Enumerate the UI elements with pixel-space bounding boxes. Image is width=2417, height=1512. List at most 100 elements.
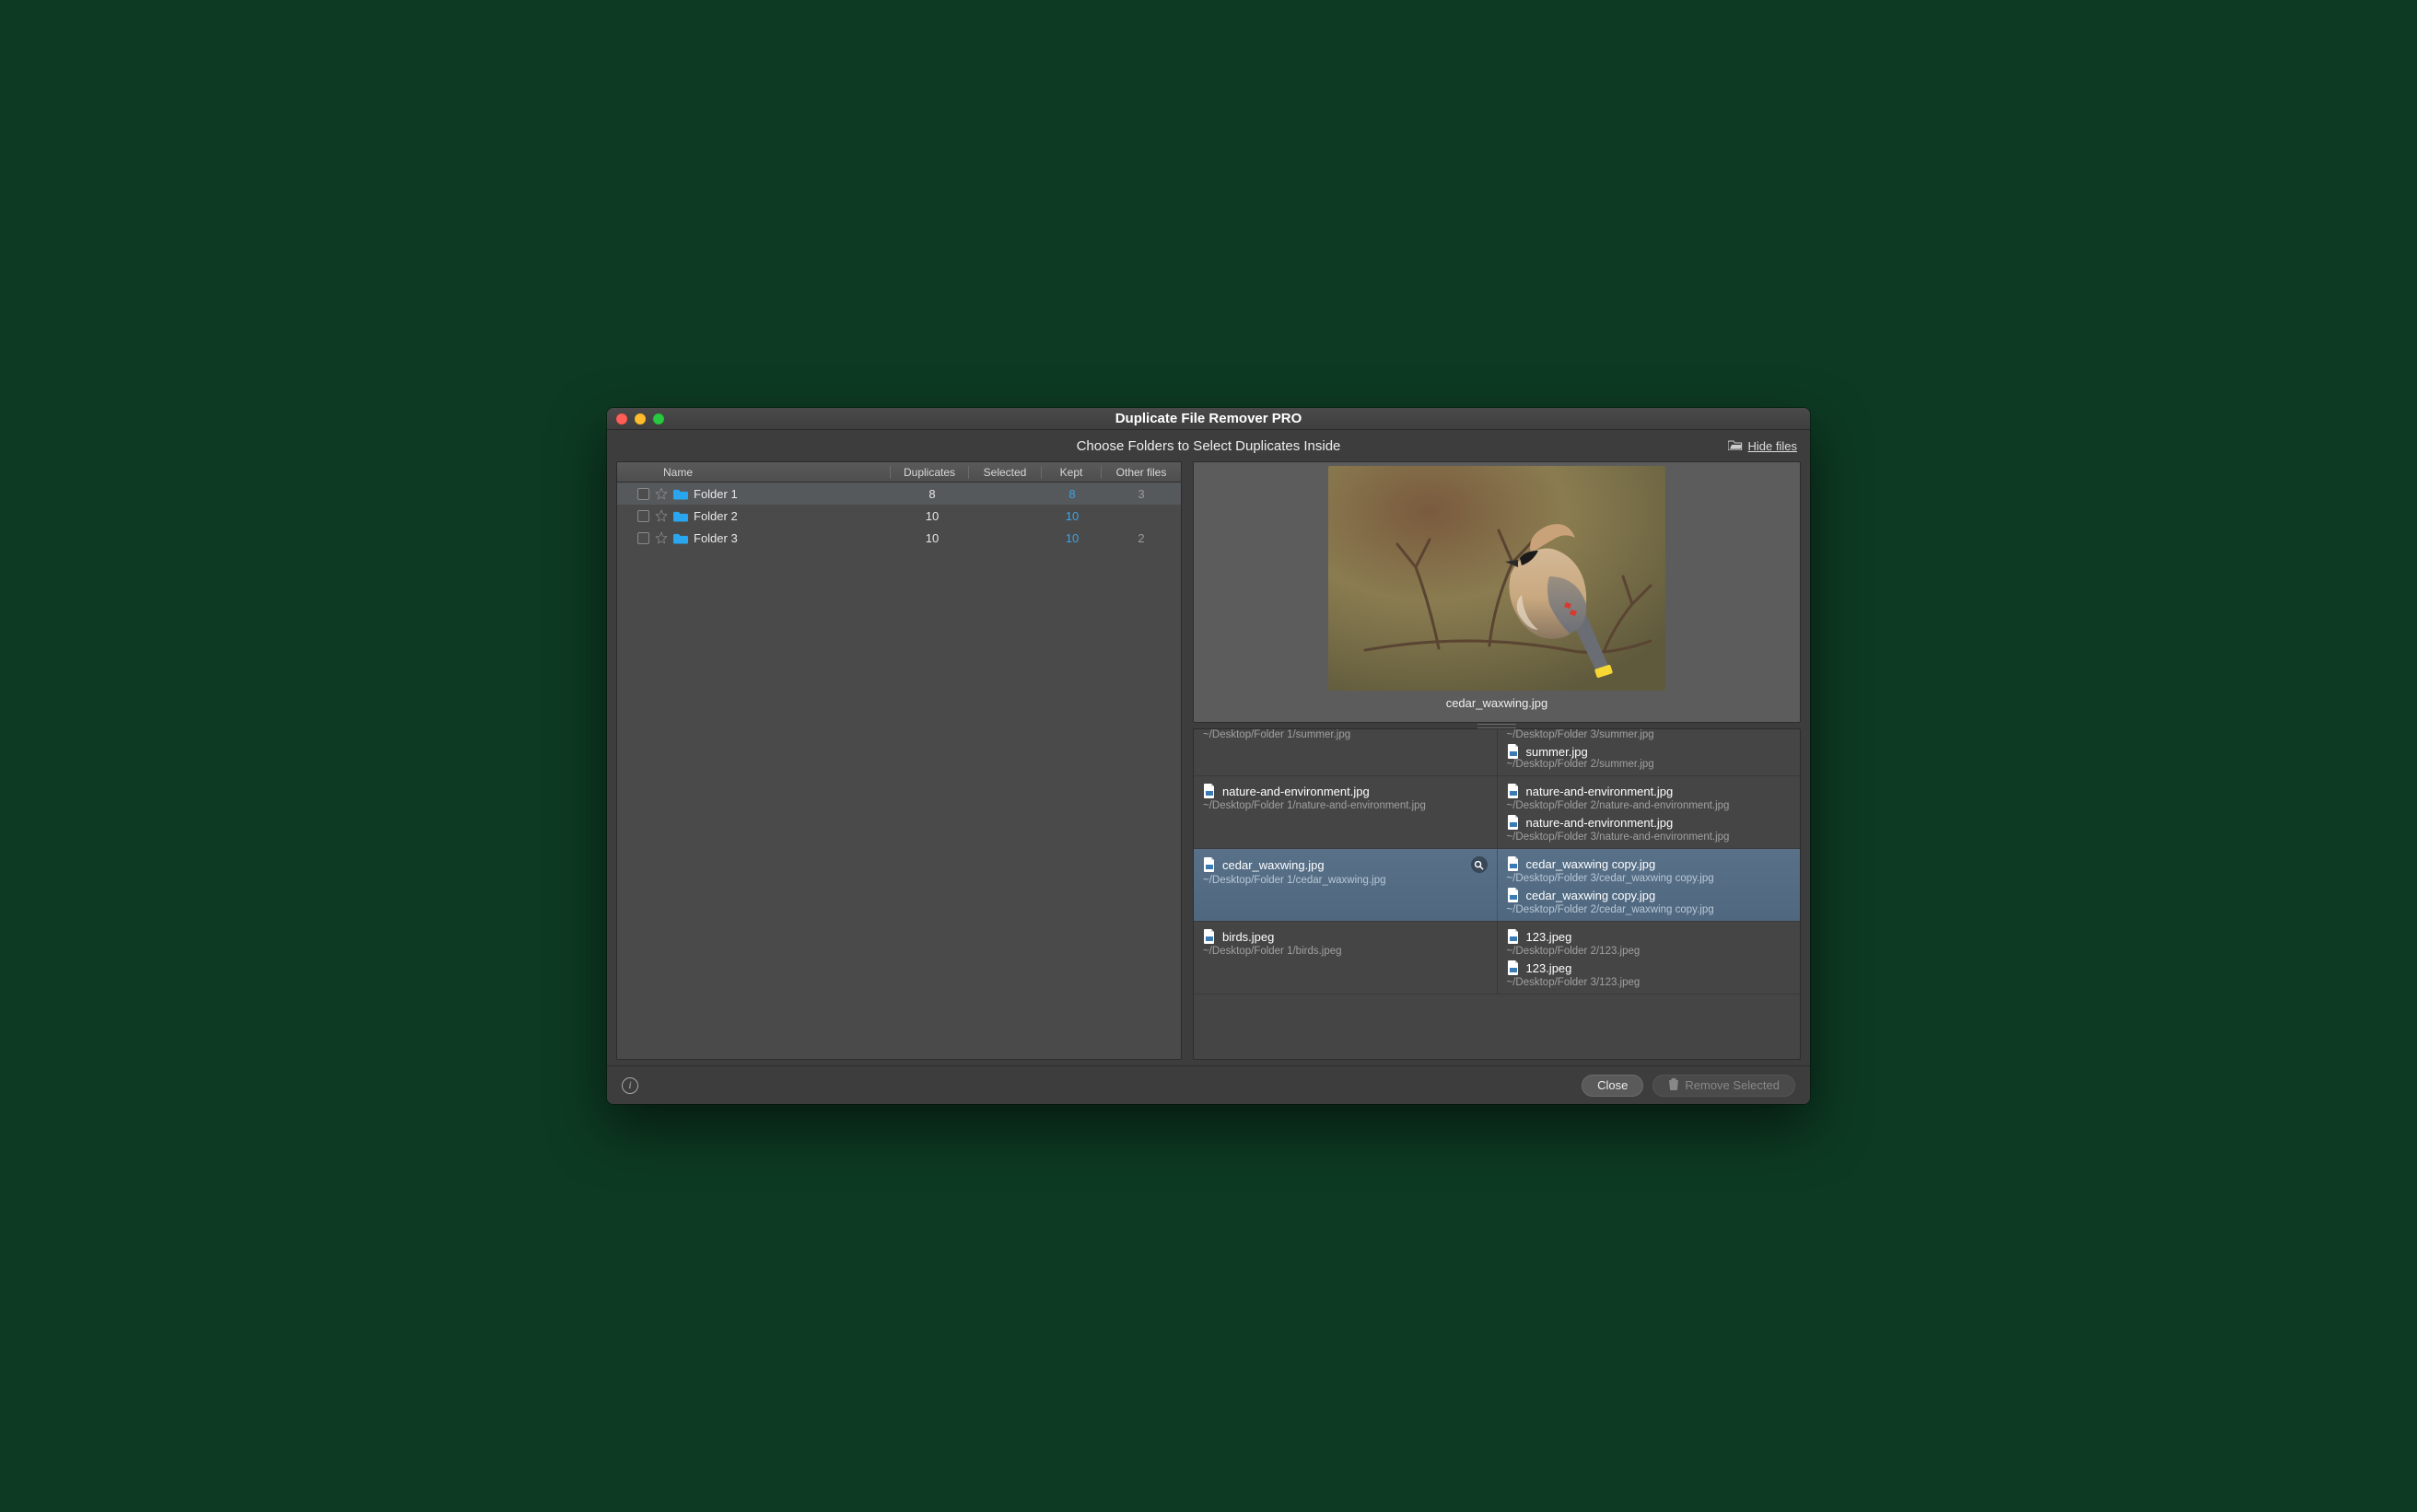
group-right: cedar_waxwing copy.jpg ~/Desktop/Folder 3…	[1498, 849, 1801, 921]
file-entry[interactable]: nature-and-environment.jpg	[1507, 811, 1792, 830]
duplicate-group[interactable]: cedar_waxwing.jpg ~/Desktop/Folder 1/ceda…	[1194, 849, 1800, 922]
file-name: summer.jpg	[1526, 745, 1588, 759]
star-icon[interactable]	[655, 487, 668, 500]
col-header-other[interactable]: Other files	[1102, 466, 1181, 479]
footer: i Close Remove Selected	[607, 1065, 1810, 1104]
folders-table-header: Name Duplicates Selected Kept Other file…	[617, 462, 1181, 483]
preview-caption: cedar_waxwing.jpg	[1446, 696, 1548, 710]
table-row[interactable]: Folder 1883	[617, 483, 1181, 505]
file-entry[interactable]: 123.jpeg	[1507, 925, 1792, 944]
row-checkbox[interactable]	[637, 510, 649, 522]
cell-duplicates: 10	[893, 531, 971, 545]
close-button[interactable]: Close	[1582, 1075, 1643, 1097]
cell-other: 3	[1102, 487, 1181, 501]
info-button[interactable]: i	[622, 1077, 638, 1094]
quicklook-icon[interactable]	[1471, 856, 1488, 873]
table-row[interactable]: Folder 21010	[617, 505, 1181, 527]
subheader: Choose Folders to Select Duplicates Insi…	[607, 430, 1810, 461]
file-path: ~/Desktop/Folder 1/cedar_waxwing.jpg	[1203, 875, 1488, 886]
duplicate-group[interactable]: birds.jpeg ~/Desktop/Folder 1/birds.jpeg 1…	[1194, 922, 1800, 994]
hide-files-link[interactable]: Hide files	[1728, 439, 1797, 453]
file-name: nature-and-environment.jpg	[1222, 785, 1370, 798]
file-path: ~/Desktop/Folder 3/nature-and-environmen…	[1507, 832, 1792, 843]
image-file-icon	[1507, 929, 1520, 944]
image-file-icon	[1203, 784, 1216, 798]
folder-name: Folder 1	[694, 487, 893, 501]
image-file-icon	[1507, 744, 1520, 759]
group-right: ~/Desktop/Folder 3/summer.jpgsummer.jpg~…	[1498, 729, 1801, 775]
image-file-icon	[1507, 888, 1520, 902]
file-path: ~/Desktop/Folder 3/summer.jpg	[1507, 729, 1792, 740]
file-entry[interactable]: nature-and-environment.jpg	[1507, 780, 1792, 798]
cell-kept[interactable]: 10	[1043, 531, 1102, 545]
star-icon[interactable]	[655, 509, 668, 522]
image-file-icon	[1203, 857, 1216, 872]
file-name: nature-and-environment.jpg	[1526, 785, 1674, 798]
file-path: ~/Desktop/Folder 1/birds.jpeg	[1203, 946, 1488, 957]
preview-image[interactable]	[1328, 466, 1665, 691]
file-name: 123.jpeg	[1526, 930, 1572, 944]
image-file-icon	[1507, 815, 1520, 830]
folder-icon	[673, 510, 688, 522]
file-path: ~/Desktop/Folder 2/cedar_waxwing copy.jp…	[1507, 904, 1792, 915]
group-right: 123.jpeg ~/Desktop/Folder 2/123.jpeg 123.j…	[1498, 922, 1801, 994]
row-checkbox[interactable]	[637, 488, 649, 500]
file-entry[interactable]: nature-and-environment.jpg	[1203, 780, 1488, 798]
file-entry[interactable]: cedar_waxwing copy.jpg	[1507, 884, 1792, 902]
col-header-selected[interactable]: Selected	[969, 466, 1041, 479]
remove-selected-label: Remove Selected	[1685, 1078, 1780, 1092]
close-button-label: Close	[1597, 1078, 1628, 1092]
image-file-icon	[1507, 960, 1520, 975]
folder-open-icon	[1728, 439, 1743, 453]
file-path: ~/Desktop/Folder 3/123.jpeg	[1507, 977, 1792, 988]
folder-icon	[673, 488, 688, 500]
file-path: ~/Desktop/Folder 2/123.jpeg	[1507, 946, 1792, 957]
group-left: ~/Desktop/Folder 1/summer.jpg	[1194, 729, 1498, 775]
duplicate-file-list[interactable]: ~/Desktop/Folder 1/summer.jpg ~/Desktop/F…	[1193, 728, 1801, 1060]
file-path: ~/Desktop/Folder 1/summer.jpg	[1203, 729, 1488, 740]
remove-selected-button[interactable]: Remove Selected	[1652, 1075, 1795, 1097]
content-area: Name Duplicates Selected Kept Other file…	[607, 461, 1810, 1065]
file-name: cedar_waxwing.jpg	[1222, 858, 1325, 872]
image-file-icon	[1203, 929, 1216, 944]
subheader-title: Choose Folders to Select Duplicates Insi…	[607, 438, 1810, 454]
file-name: 123.jpeg	[1526, 961, 1572, 975]
col-header-duplicates[interactable]: Duplicates	[891, 466, 968, 479]
star-icon[interactable]	[655, 531, 668, 544]
folder-name: Folder 3	[694, 531, 893, 545]
group-right: nature-and-environment.jpg~/Desktop/Fold…	[1498, 776, 1801, 848]
duplicate-group[interactable]: ~/Desktop/Folder 1/summer.jpg ~/Desktop/F…	[1194, 729, 1800, 776]
cell-duplicates: 8	[893, 487, 971, 501]
cell-kept[interactable]: 10	[1043, 509, 1102, 523]
file-entry[interactable]: cedar_waxwing.jpg	[1203, 853, 1488, 873]
folder-icon	[673, 532, 688, 544]
preview-panel: cedar_waxwing.jpg	[1193, 461, 1801, 723]
image-file-icon	[1507, 856, 1520, 871]
row-checkbox[interactable]	[637, 532, 649, 544]
cell-duplicates: 10	[893, 509, 971, 523]
file-entry[interactable]: birds.jpeg	[1203, 925, 1488, 944]
trash-icon	[1668, 1077, 1679, 1093]
col-header-kept[interactable]: Kept	[1042, 466, 1101, 479]
file-entry[interactable]: cedar_waxwing copy.jpg	[1507, 853, 1792, 871]
group-left: cedar_waxwing.jpg ~/Desktop/Folder 1/ceda…	[1194, 849, 1498, 921]
cell-kept[interactable]: 8	[1043, 487, 1102, 501]
file-entry[interactable]: summer.jpg	[1507, 740, 1792, 759]
image-file-icon	[1507, 784, 1520, 798]
file-name: birds.jpeg	[1222, 930, 1274, 944]
right-panel: cedar_waxwing.jpg ~/Desktop/Folder 1/sum…	[1193, 461, 1801, 1060]
file-path: ~/Desktop/Folder 3/cedar_waxwing copy.jp…	[1507, 873, 1792, 884]
hide-files-label: Hide files	[1748, 439, 1797, 453]
folders-table-body: Folder 1883Folder 21010Folder 310102	[617, 483, 1181, 1059]
folders-table: Name Duplicates Selected Kept Other file…	[616, 461, 1182, 1060]
file-name: cedar_waxwing copy.jpg	[1526, 889, 1656, 902]
file-entry[interactable]: 123.jpeg	[1507, 957, 1792, 975]
file-name: cedar_waxwing copy.jpg	[1526, 857, 1656, 871]
file-path: ~/Desktop/Folder 1/nature-and-environmen…	[1203, 800, 1488, 811]
group-left: birds.jpeg ~/Desktop/Folder 1/birds.jpeg	[1194, 922, 1498, 994]
col-header-name[interactable]: Name	[617, 466, 890, 479]
file-path: ~/Desktop/Folder 2/nature-and-environmen…	[1507, 800, 1792, 811]
duplicate-group[interactable]: nature-and-environment.jpg~/Desktop/Fold…	[1194, 776, 1800, 849]
table-row[interactable]: Folder 310102	[617, 527, 1181, 549]
folder-name: Folder 2	[694, 509, 893, 523]
